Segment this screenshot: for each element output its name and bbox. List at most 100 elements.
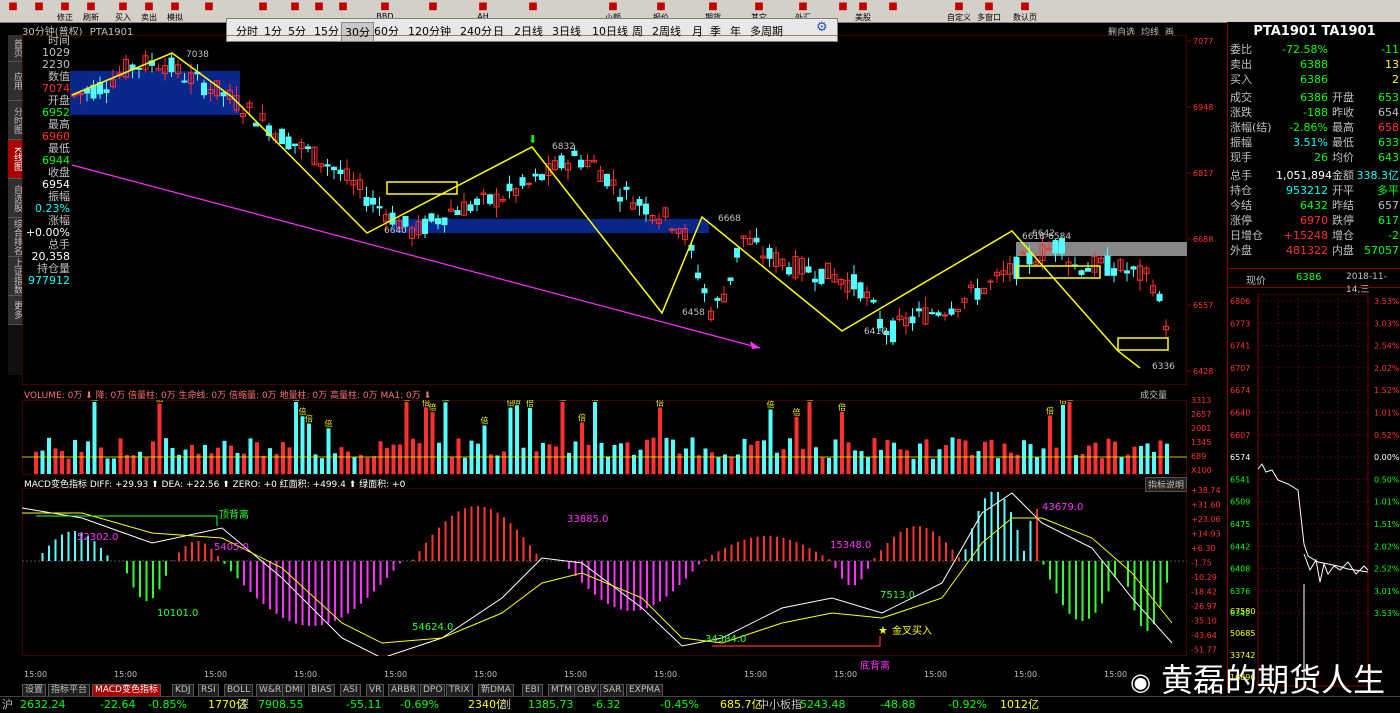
toolbar-button-22[interactable]: ■ 美股	[850, 1, 876, 22]
macd-annotation-8: 43679.0	[1042, 502, 1083, 513]
price-axis-label-0: 7077	[1193, 37, 1213, 46]
volume-bar	[859, 451, 864, 474]
toolbar-button-25[interactable]: ■ 多窗口	[976, 1, 1002, 22]
volume-bar	[300, 416, 305, 474]
volume-bar	[554, 446, 558, 474]
toolbar-button-4[interactable]: ■ 买入	[110, 1, 136, 22]
volume-chart[interactable]: 倍倍倍倍倍倍倍倍倍倍倍倍倍倍倍倍倍倍倍倍倍倍倍倍倍	[22, 400, 1187, 475]
status-item-12: -6.32	[592, 698, 621, 711]
volume-bar	[92, 402, 97, 474]
volume-bar	[541, 442, 545, 474]
toolbar-button-0[interactable]: ■	[0, 1, 26, 21]
toolbar-button-5[interactable]: ■ 卖出	[136, 1, 162, 22]
quote-cell: 总手	[1230, 169, 1252, 182]
intraday-mini-chart[interactable]: 6806 3.53% 6773 3.03% 6741 2.54% 6707 2.02% 6674…	[1228, 294, 1400, 689]
price-axis: 7077 6948 6817 6688 6557 6428	[1187, 37, 1213, 376]
toolbar-button-6[interactable]: ■ 模拟	[162, 1, 188, 22]
quote-cell: 现手	[1230, 151, 1252, 164]
volume-mark: 倍	[526, 400, 534, 408]
toolbar-button-3[interactable]: ■ 刷新	[78, 1, 104, 22]
candle-body	[766, 247, 773, 259]
price-annotation-range: 6618-6584	[1022, 232, 1071, 242]
mini-right-axis-10: 1.51%	[1374, 520, 1400, 529]
macd-annotation-6: 15348.0	[830, 540, 871, 551]
left-tab-1[interactable]: 应用	[8, 62, 22, 101]
status-item-0: 沪	[2, 698, 13, 711]
toolbar-button-24[interactable]: ■ 自定义	[946, 1, 972, 22]
candle-body	[916, 308, 922, 312]
status-item-5: 深	[238, 698, 249, 711]
volume-bar	[391, 444, 396, 474]
custom-icon: ■	[954, 1, 964, 12]
price-chart[interactable]: 703868326640666864586416664263366618-658…	[22, 35, 1187, 385]
toolbar-button-2[interactable]: ■ 修正	[52, 1, 78, 22]
candle-body	[1026, 252, 1033, 265]
mini-price-line	[1257, 463, 1369, 573]
macd-dea-line	[22, 512, 1173, 644]
volume-bar	[892, 442, 896, 474]
volume-bar	[1015, 454, 1020, 474]
volume-bar	[651, 437, 656, 474]
price-axis-label-3: 6688	[1193, 235, 1213, 244]
left-tab-4[interactable]: 自选股	[8, 179, 22, 218]
status-item-19: 1012亿	[1000, 698, 1039, 711]
price-axis-label-2: 6817	[1193, 169, 1213, 178]
volume-bar	[430, 411, 435, 474]
tool-icon: ■	[314, 1, 324, 12]
volume-bar	[404, 402, 409, 474]
status-item-17: -48.88	[880, 698, 916, 711]
time-label-9: 15:00	[834, 670, 858, 679]
tool-icon: ■	[708, 1, 718, 12]
quote-cell: 多平	[1377, 184, 1399, 197]
left-tab-5[interactable]: 综合排名	[8, 218, 22, 257]
gray-band	[1016, 242, 1187, 256]
volume-bar	[229, 445, 233, 474]
golden-cross-star-icon: ★	[878, 624, 888, 637]
volume-bar	[638, 449, 643, 474]
left-tab-2[interactable]: 分时图	[8, 101, 22, 140]
volume-bar	[976, 451, 981, 474]
volume-bar	[606, 456, 610, 474]
volume-bar	[560, 402, 565, 474]
quote-row-0: 委比 -72.58% -11	[1228, 42, 1400, 57]
macd-axis-label-2: +23.06	[1191, 515, 1221, 524]
left-tab-7[interactable]: 更多	[8, 296, 22, 325]
quote-cell: 2	[1392, 73, 1399, 86]
volume-bar	[424, 407, 428, 474]
quote-row-4: 涨跌 -188 昨收 654	[1228, 105, 1400, 120]
macd-chart[interactable]: 52302.0 5405.0 10101.0 54624.0 33885.0 34384.…	[22, 488, 1187, 656]
macd-axis-label-0: +38.74	[1191, 486, 1221, 495]
price-annotation-4: 6458	[682, 308, 705, 318]
quote-cell: 开平	[1332, 184, 1354, 197]
volume-bar	[898, 449, 903, 474]
quote-cell: 6386	[1300, 73, 1328, 86]
volume-bar	[60, 451, 64, 474]
quote-cell: 开盘	[1332, 91, 1354, 104]
volume-bar	[53, 448, 58, 474]
volume-bar	[937, 449, 942, 474]
candle-body	[695, 272, 701, 279]
volume-bar	[521, 447, 526, 474]
volume-bar	[495, 455, 500, 474]
left-tab-0[interactable]: 首页	[8, 35, 22, 62]
mini-left-axis-9: 6509	[1230, 498, 1250, 507]
price-annotation-1: 6832	[552, 142, 575, 152]
toolbar-button-7[interactable]: ■	[196, 1, 222, 21]
volume-bar	[131, 455, 136, 474]
trend-arrow-icon	[750, 341, 760, 349]
candle-body	[1085, 267, 1091, 272]
current-price-row: 现价 6386 2018-11-14,三	[1228, 268, 1400, 295]
left-tab-3[interactable]: K线图	[8, 140, 22, 179]
toolbar-button-1[interactable]: ■	[26, 1, 52, 21]
quote-cell: 1,051,894	[1276, 169, 1332, 182]
volume-bar	[697, 455, 701, 474]
volume-mark: 倍	[513, 400, 521, 405]
toolbar-button-26[interactable]: ■ 数认页	[1012, 1, 1038, 22]
toolbar-button-23[interactable]: ■	[880, 1, 906, 21]
left-tab-6[interactable]: 上证指数	[8, 257, 22, 296]
volume-mark: 倍	[656, 400, 664, 408]
volume-bar	[820, 457, 825, 474]
status-item-13: -0.45%	[660, 698, 699, 711]
candle-body	[857, 282, 864, 299]
settings-gear-icon[interactable]: ⚙	[813, 19, 831, 36]
